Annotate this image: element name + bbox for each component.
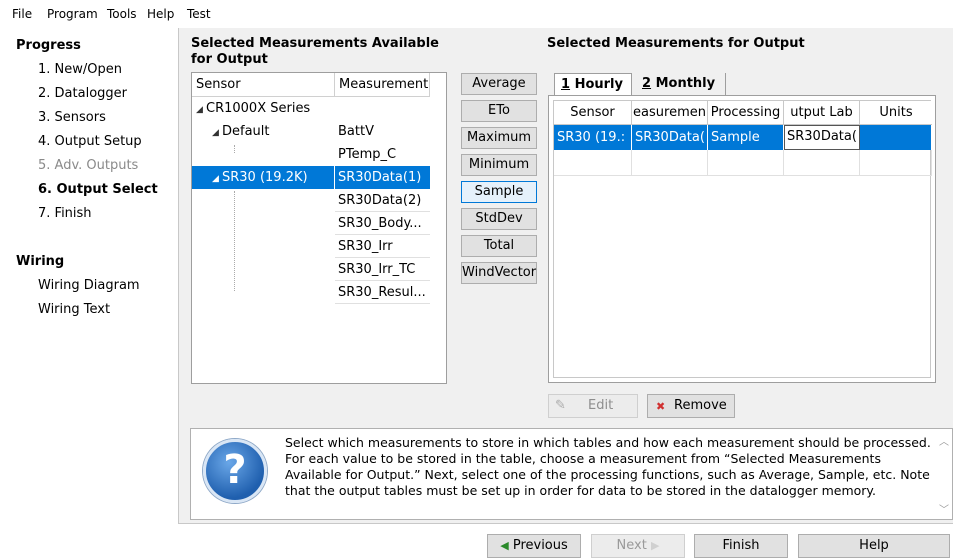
output-table-tabs: 1 Hourly 2 Monthly [548,73,936,95]
grid-cell-output-label-input[interactable]: SR30Data( [784,125,860,150]
minimum-button[interactable]: Minimum [461,154,537,176]
tab-monthly-key: 2 [642,76,652,91]
grid-empty-cell [708,150,784,176]
menu-help[interactable]: Help [147,7,174,21]
maximum-button[interactable]: Maximum [461,127,537,149]
nav-wiring-diagram[interactable]: Wiring Diagram [38,278,140,293]
nav-step-sensors[interactable]: 3. Sensors [38,110,106,125]
tree-row[interactable]: SR30_Resul... [192,281,430,304]
tree-row-sensor: SR30 (19.2K) [222,170,308,185]
scroll-down-icon[interactable]: ﹀ [939,501,949,516]
tree-row-measurement: SR30_Irr [335,235,430,258]
menu-program[interactable]: Program [47,7,98,21]
grid-empty-cell [632,150,708,176]
menu-bar: File Program Tools Help Test [0,0,953,28]
tree-row[interactable]: SR30Data(2) [192,189,430,212]
tree-row-selected[interactable]: ◢ SR30 (19.2K) SR30Data(1) [192,166,430,189]
col-sensor-header[interactable]: Sensor [192,73,335,97]
grid-empty-cell [554,150,632,176]
grid-cell-measurement[interactable]: SR30Data( [632,125,708,150]
average-button[interactable]: Average [461,73,537,95]
grid-col-sensor[interactable]: Sensor [554,101,632,125]
help-panel: ? Select which measurements to store in … [190,428,953,520]
help-button[interactable]: Help [798,534,950,558]
grid-empty-cell [784,150,860,176]
tab-monthly-label: Monthly [651,76,716,91]
nav-step-output-setup[interactable]: 4. Output Setup [38,134,142,149]
pencil-icon: ✎ [555,398,566,413]
edit-button: ✎ Edit [548,394,638,418]
windvector-button[interactable]: WindVector [461,262,537,284]
grid-col-output-label[interactable]: utput Lab [784,101,860,125]
previous-button[interactable]: ◀ Previous [487,534,581,558]
grid-empty-cell [860,150,932,176]
grid-cell-units[interactable] [860,125,932,150]
output-grid: Sensor easuremen Processing utput Lab Un… [548,95,936,383]
right-arrow-icon: ▶ [650,539,660,552]
tree-row[interactable]: SR30_Body... [192,212,430,235]
remove-button[interactable]: ✖ Remove [647,394,735,418]
tree-row-measurement: SR30_Body... [335,212,430,235]
help-text: Select which measurements to store in wh… [285,435,931,498]
tree-row-sensor: Default [222,124,270,139]
output-title: Selected Measurements for Output [547,36,805,51]
menu-file[interactable]: File [12,7,32,21]
tab-hourly-key: 1 [561,77,571,92]
grid-col-units[interactable]: Units [860,101,932,125]
nav-step-datalogger[interactable]: 2. Datalogger [38,86,127,101]
output-grid-inner: Sensor easuremen Processing utput Lab Un… [553,100,932,378]
tab-hourly-label: Hourly [570,77,623,92]
nav-step-adv-outputs: 5. Adv. Outputs [38,158,139,173]
tree-row-measurement: PTemp_C [338,147,397,162]
next-button-label: Next [616,538,647,553]
scroll-up-icon[interactable]: ︿ [939,433,949,448]
previous-button-label: Previous [512,538,568,553]
tab-hourly[interactable]: 1 Hourly [554,73,632,95]
sample-button[interactable]: Sample [461,181,537,203]
grid-cell-sensor[interactable]: SR30 (19.: [554,125,632,150]
total-button[interactable]: Total [461,235,537,257]
collapse-triangle-icon[interactable]: ◢ [212,168,222,189]
grid-col-measurement[interactable]: easuremen [632,101,708,125]
tree-row-measurement: SR30Data(1) [335,166,430,189]
grid-col-processing[interactable]: Processing [708,101,784,125]
stddev-button[interactable]: StdDev [461,208,537,230]
help-scrollbar[interactable]: ︿ ﹀ [936,429,952,519]
available-title: Selected Measurements Available for Outp… [191,36,439,67]
tree-row-sensor: CR1000X Series [206,101,311,116]
remove-button-label: Remove [674,398,727,413]
remove-x-icon: ✖ [656,400,666,413]
tab-monthly[interactable]: 2 Monthly [636,73,726,95]
tree-row[interactable]: PTemp_C [192,143,430,166]
progress-nav: Progress 1. New/Open 2. Datalogger 3. Se… [0,28,180,560]
col-measurement-header[interactable]: Measurement [335,73,430,97]
next-button: Next ▶ [591,534,685,558]
tree-row[interactable]: ◢ Default BattV [192,120,430,143]
menu-tools[interactable]: Tools [107,7,137,21]
collapse-triangle-icon[interactable]: ◢ [196,99,206,120]
progress-header: Progress [16,38,81,53]
wiring-header: Wiring [16,254,65,269]
tree-row[interactable]: SR30_Irr_TC [192,258,430,281]
collapse-triangle-icon[interactable]: ◢ [212,122,222,143]
tree-row[interactable]: ◢ CR1000X Series [192,97,430,120]
nav-wiring-text[interactable]: Wiring Text [38,302,110,317]
available-measurements-tree: Sensor Measurement ◢ CR1000X Series ◢ Defa… [191,72,447,384]
tree-row-measurement [335,97,430,120]
tree-row-measurement: SR30Data(2) [335,189,430,212]
tree-row-measurement: BattV [338,124,374,139]
left-arrow-icon: ◀ [500,539,509,552]
nav-step-new-open[interactable]: 1. New/Open [38,62,122,77]
nav-step-output-select[interactable]: 6. Output Select [38,182,158,197]
edit-button-label: Edit [588,398,614,413]
eto-button[interactable]: ETo [461,100,537,122]
tree-row[interactable]: SR30_Irr [192,235,430,258]
question-icon: ? [203,439,267,503]
tree-row-measurement: SR30_Resul... [335,281,430,304]
nav-step-finish[interactable]: 7. Finish [38,206,92,221]
finish-button[interactable]: Finish [694,534,788,558]
grid-cell-processing[interactable]: Sample [708,125,784,150]
tree-row-measurement: SR30_Irr_TC [335,258,430,281]
menu-test[interactable]: Test [187,7,211,21]
